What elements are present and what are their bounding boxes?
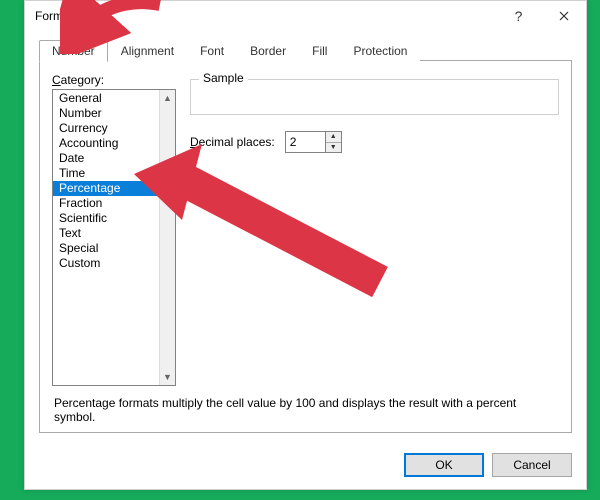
tab-alignment[interactable]: Alignment	[108, 40, 187, 62]
category-item-time[interactable]: Time	[53, 166, 159, 181]
category-scrollbar[interactable]: ▲ ▼	[159, 90, 175, 385]
sample-group: Sample	[190, 79, 559, 115]
tab-fill[interactable]: Fill	[299, 40, 340, 62]
tab-panel-number: Category: General Number Currency Accoun…	[39, 61, 572, 433]
decimal-places-label: Decimal places:	[190, 135, 275, 149]
tabstrip: Number Alignment Font Border Fill Protec…	[39, 39, 572, 61]
ok-button[interactable]: OK	[404, 453, 484, 477]
sample-label: Sample	[199, 71, 248, 85]
dialog-footer: OK Cancel	[25, 443, 586, 489]
scroll-down-icon[interactable]: ▼	[160, 369, 175, 385]
category-item-percentage[interactable]: Percentage	[53, 181, 159, 196]
format-description: Percentage formats multiply the cell val…	[52, 396, 559, 424]
window-title: Format Cells	[35, 9, 496, 23]
category-item-general[interactable]: General	[53, 91, 159, 106]
titlebar: Format Cells ?	[25, 1, 586, 31]
format-cells-dialog: Format Cells ? Number Alignment Font Bor…	[24, 0, 587, 490]
help-button[interactable]: ?	[496, 1, 541, 31]
category-item-custom[interactable]: Custom	[53, 256, 159, 271]
dialog-content: Number Alignment Font Border Fill Protec…	[25, 31, 586, 443]
tab-number[interactable]: Number	[39, 40, 108, 62]
tab-border[interactable]: Border	[237, 40, 299, 62]
spinner-up-button[interactable]: ▲	[326, 132, 341, 143]
cancel-button[interactable]: Cancel	[492, 453, 572, 477]
category-item-date[interactable]: Date	[53, 151, 159, 166]
category-item-scientific[interactable]: Scientific	[53, 211, 159, 226]
tab-protection[interactable]: Protection	[340, 40, 420, 62]
close-icon	[559, 11, 569, 21]
category-item-fraction[interactable]: Fraction	[53, 196, 159, 211]
category-item-special[interactable]: Special	[53, 241, 159, 256]
category-item-number[interactable]: Number	[53, 106, 159, 121]
scroll-up-icon[interactable]: ▲	[160, 90, 175, 106]
tab-font[interactable]: Font	[187, 40, 237, 62]
decimal-places-input[interactable]	[285, 131, 325, 153]
category-item-currency[interactable]: Currency	[53, 121, 159, 136]
spinner-down-button[interactable]: ▼	[326, 143, 341, 153]
category-listbox[interactable]: General Number Currency Accounting Date …	[52, 89, 176, 386]
category-label: Category:	[52, 73, 176, 87]
category-item-text[interactable]: Text	[53, 226, 159, 241]
decimal-places-spinner[interactable]: ▲ ▼	[285, 131, 342, 153]
category-item-accounting[interactable]: Accounting	[53, 136, 159, 151]
close-button[interactable]	[541, 1, 586, 31]
